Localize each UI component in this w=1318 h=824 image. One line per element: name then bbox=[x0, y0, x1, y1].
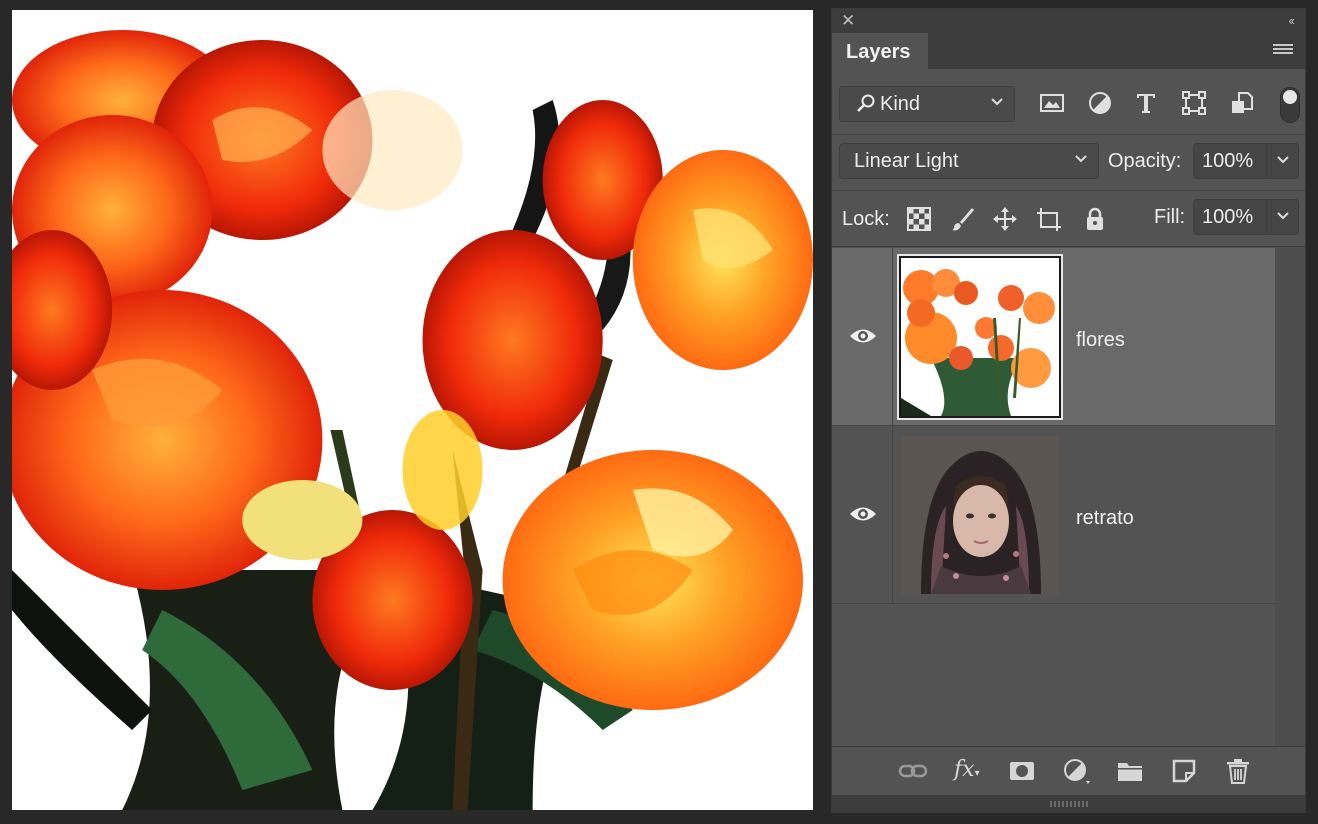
adjustment-layer-filter-icon[interactable] bbox=[1086, 89, 1114, 117]
blend-mode-value: Linear Light bbox=[854, 150, 959, 172]
fill-field[interactable]: 100% bbox=[1193, 199, 1299, 235]
pixel-layer-filter-icon[interactable] bbox=[1038, 89, 1066, 117]
layers-bottom-toolbar: fx▾ bbox=[832, 746, 1305, 794]
filter-row: Kind bbox=[832, 69, 1305, 135]
fill-value[interactable]: 100% bbox=[1202, 206, 1253, 229]
close-icon[interactable]: ✕ bbox=[841, 11, 855, 31]
double-chevron-left-icon[interactable]: ‹‹ bbox=[1288, 12, 1295, 30]
chevron-down-icon bbox=[990, 94, 1004, 111]
blend-mode-select[interactable]: Linear Light bbox=[839, 143, 1099, 179]
chevron-down-icon bbox=[1074, 151, 1088, 168]
layers-panel: ✕ ‹‹ Layers Kind Linear Light Opacity: 1… bbox=[831, 8, 1306, 813]
opacity-label: Opacity: bbox=[1108, 150, 1182, 172]
new-group-icon[interactable] bbox=[1116, 757, 1144, 785]
shape-layer-filter-icon[interactable] bbox=[1180, 89, 1208, 117]
search-icon bbox=[856, 93, 876, 118]
panel-resize-grip[interactable] bbox=[832, 795, 1305, 813]
lock-transparent-pixels-icon[interactable] bbox=[906, 206, 932, 232]
visibility-column bbox=[832, 426, 893, 603]
fx-layer-style-icon[interactable]: fx▾ bbox=[954, 757, 982, 785]
layer-row-retrato[interactable]: retrato bbox=[832, 426, 1275, 604]
layers-list: flores retrato bbox=[832, 248, 1275, 746]
eye-icon[interactable] bbox=[849, 327, 877, 345]
portrait-thumbnail-image bbox=[901, 436, 1059, 594]
layer-row-flores[interactable]: flores bbox=[832, 248, 1275, 426]
lock-artboard-icon[interactable] bbox=[1036, 206, 1062, 232]
add-mask-icon[interactable] bbox=[1008, 757, 1036, 785]
layer-name[interactable]: flores bbox=[1076, 329, 1125, 352]
layer-thumbnail-flores[interactable] bbox=[899, 256, 1061, 418]
chevron-down-icon[interactable] bbox=[1266, 200, 1298, 234]
type-layer-filter-icon[interactable] bbox=[1132, 89, 1160, 117]
panel-menu-icon[interactable] bbox=[1273, 44, 1293, 58]
fill-label: Fill: bbox=[1154, 206, 1186, 228]
tab-layers[interactable]: Layers bbox=[832, 33, 928, 69]
opacity-field[interactable]: 100% bbox=[1193, 143, 1299, 179]
new-adjustment-layer-icon[interactable] bbox=[1062, 757, 1090, 785]
panel-title-bar: ✕ ‹‹ bbox=[832, 9, 1305, 33]
fx-label: fx bbox=[954, 757, 975, 782]
lock-image-pixels-icon[interactable] bbox=[950, 206, 976, 232]
opacity-value[interactable]: 100% bbox=[1202, 150, 1253, 173]
lock-label: Lock: bbox=[842, 208, 890, 230]
smart-object-filter-icon[interactable] bbox=[1228, 89, 1256, 117]
filter-toggle-switch[interactable] bbox=[1280, 87, 1300, 123]
eye-icon[interactable] bbox=[849, 505, 877, 523]
canvas-image bbox=[12, 10, 813, 810]
lock-all-icon[interactable] bbox=[1082, 206, 1108, 232]
visibility-column bbox=[832, 248, 893, 425]
document-canvas[interactable] bbox=[12, 10, 813, 810]
panel-tab-bar: Layers bbox=[832, 33, 1305, 69]
link-layers-icon[interactable] bbox=[898, 757, 928, 785]
lock-position-icon[interactable] bbox=[992, 206, 1018, 232]
filter-kind-label: Kind bbox=[880, 93, 921, 115]
roses-thumbnail-image bbox=[901, 258, 1059, 416]
blend-row: Linear Light Opacity: 100% bbox=[832, 135, 1305, 191]
lock-row: Lock: Fill: 100% bbox=[832, 191, 1305, 247]
new-layer-icon[interactable] bbox=[1170, 757, 1198, 785]
filter-kind-select[interactable]: Kind bbox=[839, 86, 1015, 122]
layer-thumbnail-retrato[interactable] bbox=[901, 436, 1059, 594]
layer-name[interactable]: retrato bbox=[1076, 507, 1134, 530]
delete-layer-icon[interactable] bbox=[1224, 757, 1252, 785]
chevron-down-icon[interactable] bbox=[1266, 144, 1298, 178]
layers-scrollbar[interactable] bbox=[1275, 248, 1305, 746]
